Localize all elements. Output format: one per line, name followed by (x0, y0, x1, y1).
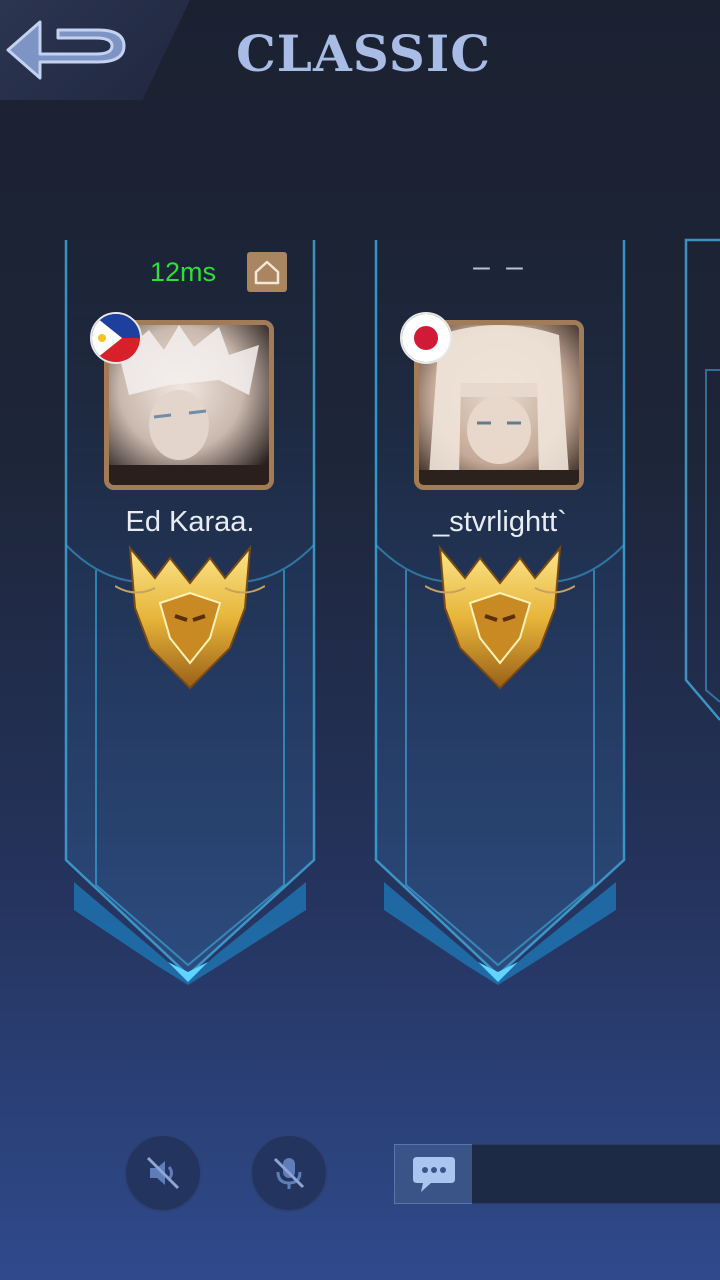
mic-toggle-button[interactable] (250, 1134, 328, 1212)
philippines-flag-icon (90, 312, 142, 364)
player-card-partial (684, 238, 720, 721)
home-icon (247, 252, 287, 292)
ping-text: – – (473, 250, 527, 283)
player-card[interactable]: – – _stvrlightt` (370, 220, 630, 990)
speaker-toggle-button[interactable] (124, 1134, 202, 1212)
player-name: Ed Karaa. (125, 506, 255, 538)
chat-bubble-icon (413, 1157, 455, 1192)
speaker-muted-icon (146, 1156, 180, 1190)
player-card[interactable]: 12ms Ed Karaa. (60, 220, 320, 990)
mic-muted-icon (273, 1157, 305, 1189)
mythic-rank-badge-icon (424, 538, 576, 703)
back-arrow-icon (6, 20, 126, 80)
japan-flag-icon (400, 312, 452, 364)
page-title: CLASSIC (236, 24, 492, 83)
chat-input-bar[interactable] (472, 1144, 720, 1204)
chat-button[interactable] (394, 1144, 474, 1204)
ping-text: 12ms (150, 257, 217, 287)
player-name: _stvrlightt` (433, 506, 567, 538)
back-button[interactable] (0, 0, 190, 100)
mythic-rank-badge-icon (114, 538, 266, 703)
